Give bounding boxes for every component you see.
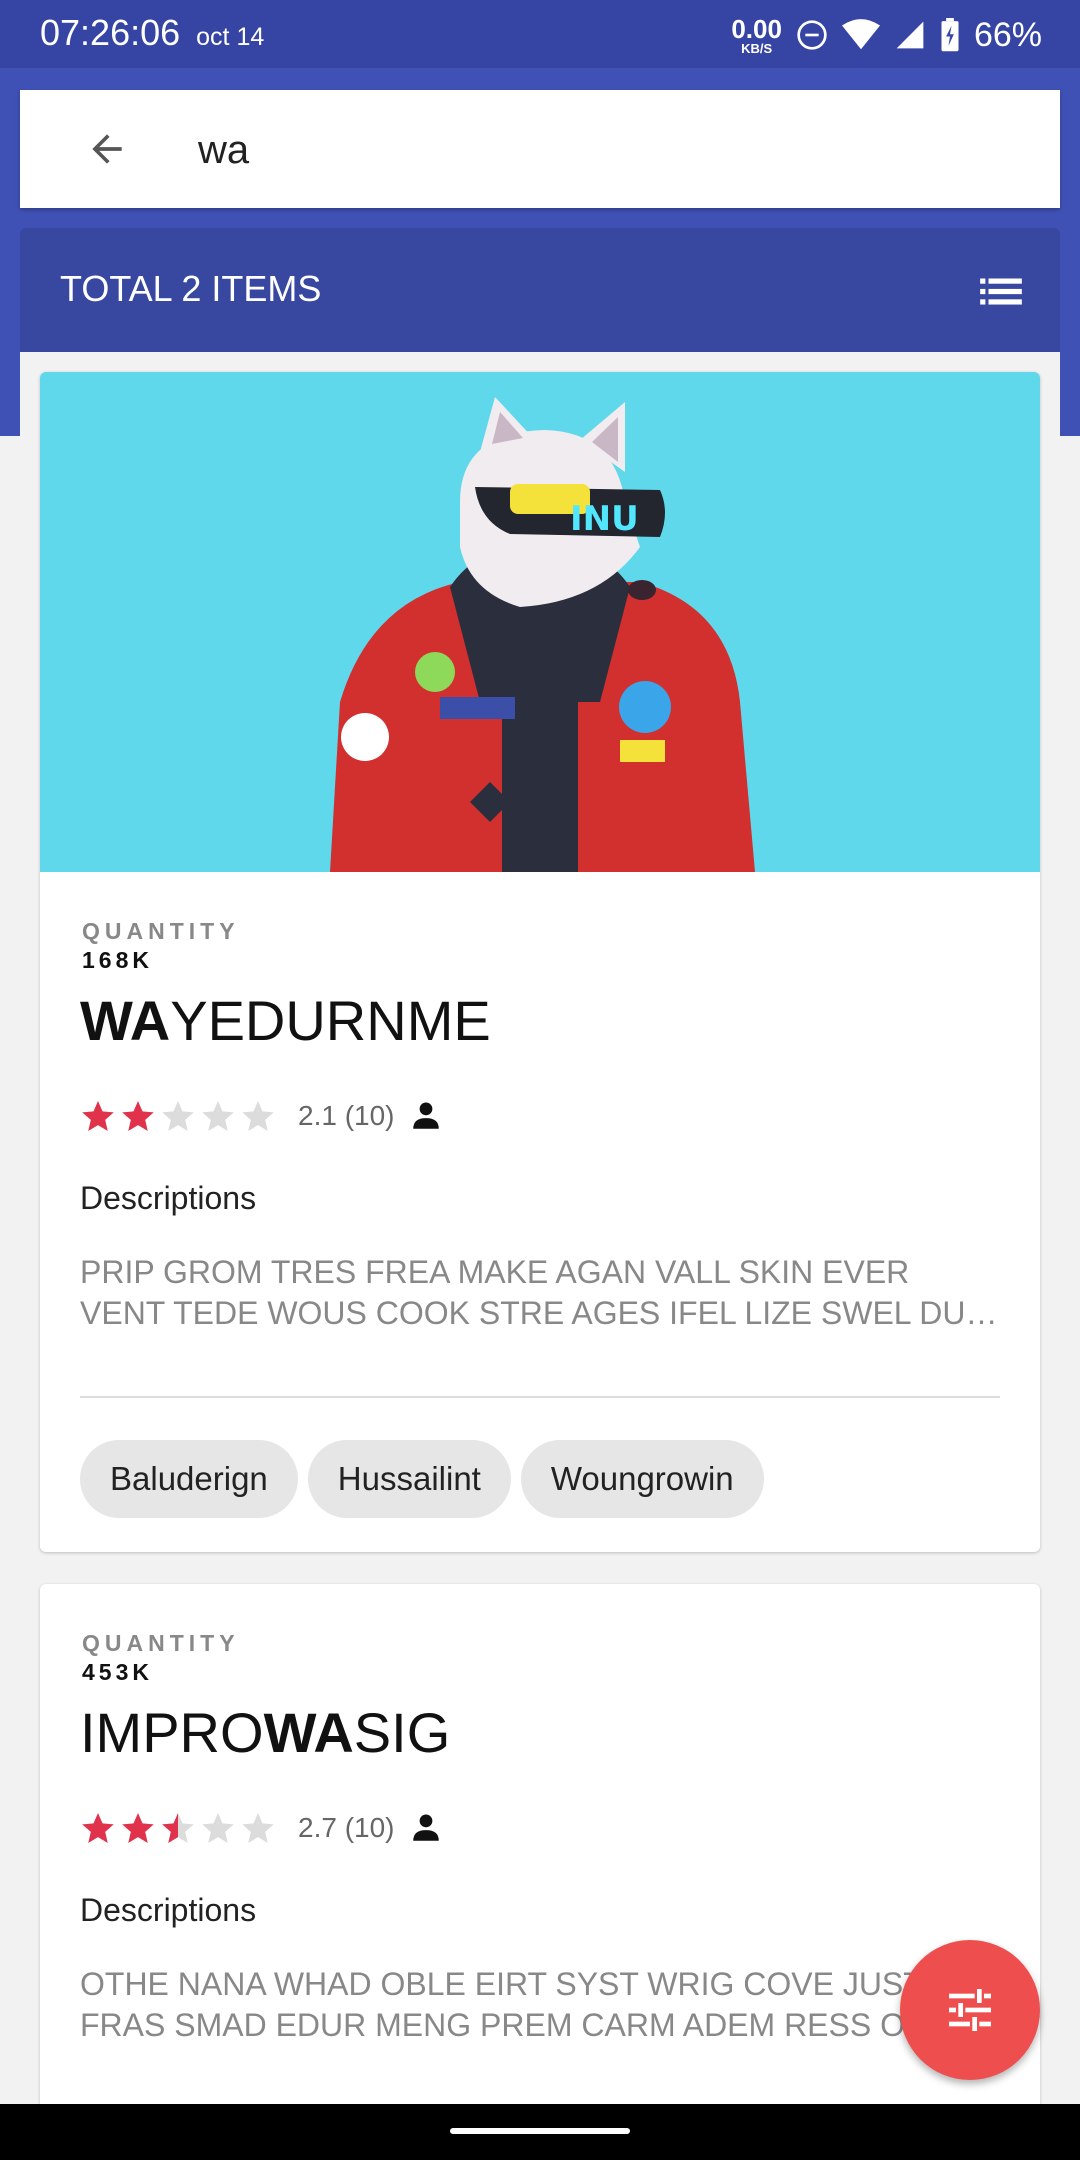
tag-chip[interactable]: Woungrowin [520,1440,764,1518]
arrow-back-icon [92,134,122,164]
results-list[interactable]: INU QUANTITY 168K WAYEDURNME 2.1 (10) De… [20,352,1060,2104]
tag-chip[interactable]: Hussailint [307,1440,511,1518]
item-image: INU [40,372,1040,872]
rating-row: 2.7 (10) [80,1808,443,1848]
item-title-before: IMPRO [80,1701,264,1764]
list-icon [980,278,1022,305]
star-empty-icon [202,1101,234,1131]
results-header: TOTAL 2 ITEMS [20,228,1060,352]
item-title: IMPROWASIG [80,1700,450,1765]
item-card[interactable]: QUANTITY 453K IMPROWASIG 2.7 (10) Descri… [40,1584,1040,2104]
network-speed: 0.00 KB/S [731,16,782,55]
battery-percent: 66% [973,15,1042,54]
descriptions-heading: Descriptions [80,1892,257,1928]
item-title-highlight: WA [263,1701,354,1764]
quantity-value: 453K [82,1659,153,1685]
wifi-icon [841,19,880,50]
person-icon [412,1814,439,1841]
results-count-title: TOTAL 2 ITEMS [60,268,322,309]
star-empty-icon [242,1101,274,1131]
home-gesture-handle[interactable] [450,2128,630,2134]
list-view-button[interactable] [976,266,1026,316]
card-divider [80,1396,1000,1398]
battery-icon [941,18,959,52]
system-nav-bar [0,2104,1080,2160]
item-card[interactable]: INU QUANTITY 168K WAYEDURNME 2.1 (10) De… [40,372,1040,1552]
description-line: FRAS SMAD EDUR MENG PREM CARM ADEM RESS … [80,2007,971,2043]
quantity-label: QUANTITY [82,918,240,944]
description-line: PRIP GROM TRES FREA MAKE AGAN VALL SKIN … [80,1254,910,1290]
description-text: OTHE NANA WHAD OBLE EIRT SYST WRIG COVE … [80,1964,1000,2046]
network-speed-unit: KB/S [741,40,773,56]
item-title-rest: YEDURNME [170,989,491,1052]
star-empty-icon [242,1813,274,1843]
quantity-label: QUANTITY [82,1630,240,1656]
star-filled-icon [122,1101,154,1131]
tune-filter-icon [949,1989,991,2031]
rating-row: 2.1 (10) [80,1096,443,1136]
person-icon [412,1102,439,1129]
item-title-after: SIG [353,1701,451,1764]
rating-text: 2.7 (10) [298,1812,395,1843]
status-icons: 0.00 KB/S 66% [731,10,1042,60]
star-filled-icon [82,1813,114,1843]
star-filled-icon [122,1813,154,1843]
item-title: WAYEDURNME [80,988,491,1053]
description-text: PRIP GROM TRES FREA MAKE AGAN VALL SKIN … [80,1252,1000,1334]
filter-fab-button[interactable] [900,1940,1040,2080]
star-empty-icon [202,1813,234,1843]
tag-list: Baluderign Hussailint Woungrowin [80,1440,764,1518]
description-line: VENT TEDE WOUS COOK STRE AGES IFEL LIZE … [80,1295,1000,1331]
tag-chip[interactable]: Baluderign [80,1440,298,1518]
search-input[interactable] [198,120,978,180]
rating-text: 2.1 (10) [298,1100,395,1131]
star-half-icon [162,1813,194,1843]
do-not-disturb-icon [797,20,827,50]
quantity-value: 168K [82,947,153,973]
search-bar [20,90,1060,208]
cell-signal-icon [896,21,924,49]
back-button[interactable] [80,124,134,174]
status-bar: 07:26:06 oct 14 0.00 KB/S 66% [0,0,1080,68]
status-time: 07:26:06 oct 14 [40,12,264,54]
descriptions-heading: Descriptions [80,1180,257,1216]
star-filled-icon [82,1101,114,1131]
svg-text:INU: INU [570,499,639,539]
star-empty-icon [162,1101,194,1131]
status-date: oct 14 [196,23,265,51]
status-clock: 07:26:06 [40,12,181,53]
item-title-highlight: WA [80,989,171,1052]
network-speed-value: 0.00 [731,13,782,44]
description-line: OTHE NANA WHAD OBLE EIRT SYST WRIG COVE … [80,1966,923,2002]
